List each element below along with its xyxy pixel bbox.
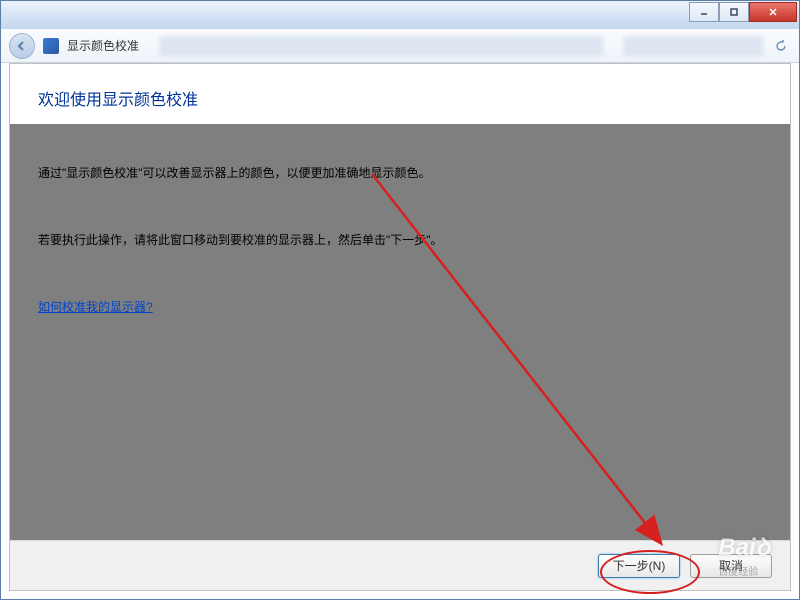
nav-title: 显示颜色校准 [67, 37, 139, 54]
cancel-button[interactable]: 取消 [690, 554, 772, 578]
app-icon [43, 38, 59, 54]
breadcrumb-blurred [159, 36, 603, 56]
dialog-panel: 欢迎使用显示颜色校准 通过"显示颜色校准"可以改善显示器上的颜色，以便更加准确地… [9, 63, 791, 591]
window-frame: 显示颜色校准 欢迎使用显示颜色校准 通过"显示颜色校准"可以改善显示器上的颜色，… [0, 0, 800, 600]
refresh-icon[interactable] [771, 36, 791, 56]
instruction-text-1: 通过"显示颜色校准"可以改善显示器上的颜色，以便更加准确地显示颜色。 [38, 164, 762, 183]
close-button[interactable] [749, 2, 797, 22]
dialog-heading: 欢迎使用显示颜色校准 [38, 86, 762, 110]
window-controls [689, 2, 797, 22]
maximize-button[interactable] [719, 2, 749, 22]
instruction-text-2: 若要执行此操作，请将此窗口移动到要校准的显示器上，然后单击"下一步"。 [38, 231, 762, 250]
search-blurred [623, 36, 763, 56]
back-button[interactable] [9, 33, 35, 59]
minimize-button[interactable] [689, 2, 719, 22]
dialog-header: 欢迎使用显示颜色校准 [10, 64, 790, 128]
next-button[interactable]: 下一步(N) [598, 554, 680, 578]
dialog-body: 通过"显示颜色校准"可以改善显示器上的颜色，以便更加准确地显示颜色。 若要执行此… [10, 124, 790, 540]
navigation-bar: 显示颜色校准 [1, 29, 799, 63]
title-bar [1, 1, 799, 29]
help-link[interactable]: 如何校准我的显示器? [38, 300, 153, 314]
dialog-footer: 下一步(N) 取消 [10, 540, 790, 590]
